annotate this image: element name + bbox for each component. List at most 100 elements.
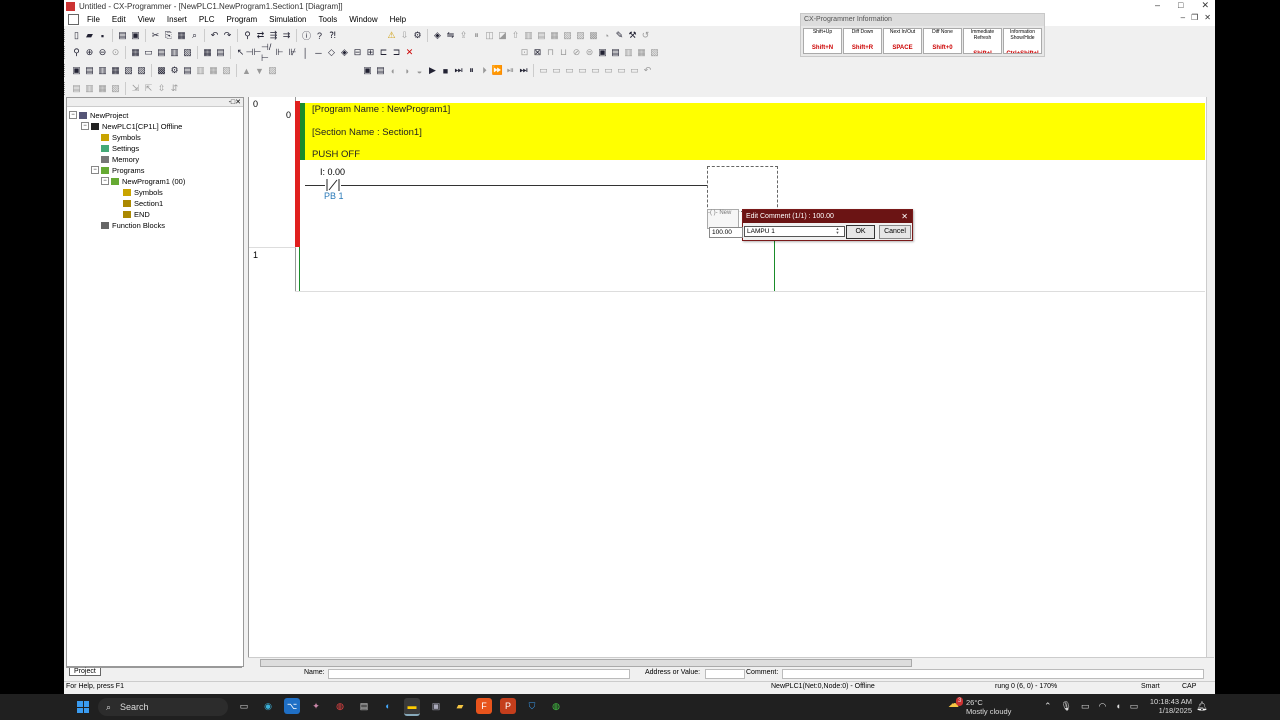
new-or-closed-contact-icon[interactable]: ⊮ [287, 47, 298, 58]
mdi-minimize-icon[interactable]: – [1181, 13, 1185, 22]
run-mode-icon[interactable]: ▧ [562, 30, 573, 41]
settings-icon[interactable]: ⚙ [169, 65, 180, 76]
windows-start-icon[interactable] [77, 701, 89, 713]
tree-item-symbols[interactable]: Symbols [101, 132, 141, 142]
grid-icon[interactable]: ▦ [130, 47, 141, 58]
data-trace-icon[interactable]: ⊠ [532, 47, 543, 58]
align-bottom-icon[interactable]: ▭ [603, 65, 614, 76]
address-reference-icon[interactable]: ⇉ [281, 30, 292, 41]
transfer-from-plc-icon[interactable]: ▥ [97, 65, 108, 76]
collapse-icon[interactable]: − [69, 111, 77, 119]
online-transfer-icon[interactable]: ▦ [97, 83, 108, 94]
tree-item-settings[interactable]: Settings [101, 143, 139, 153]
jump-icon[interactable]: ⇲ [130, 83, 141, 94]
scroll-spin-icon[interactable]: ▲ ▼ [834, 227, 841, 236]
rung-comment-icon[interactable]: ▭ [143, 47, 154, 58]
force-cancel-icon[interactable]: ⊘ [571, 47, 582, 58]
context-help-icon[interactable]: ⁈ [327, 30, 338, 41]
compare-icon[interactable]: ◪ [497, 30, 508, 41]
collapse-icon[interactable]: − [81, 122, 89, 130]
memory-icon[interactable]: ▩ [156, 65, 167, 76]
align-center-icon[interactable]: ▭ [551, 65, 562, 76]
replace-icon[interactable]: ⇄ [255, 30, 266, 41]
vertical-scrollbar[interactable] [1206, 97, 1215, 657]
transfer-icon[interactable]: ⇪ [458, 30, 469, 41]
distribute-h-icon[interactable]: ▭ [616, 65, 627, 76]
taskbar-clock[interactable]: 10:18:43 AM 1/18/2025 [1148, 697, 1192, 715]
memory-card-icon[interactable]: ▩ [588, 30, 599, 41]
address-field[interactable]: 100.00 [709, 227, 743, 238]
align-top-icon[interactable]: ▭ [577, 65, 588, 76]
zoom-icon[interactable]: ⚲ [71, 47, 82, 58]
menu-file[interactable]: File [81, 15, 106, 24]
show-symbols-icon[interactable]: ▧ [182, 47, 193, 58]
zoom-in-icon[interactable]: ⊕ [84, 47, 95, 58]
new-or-contact-icon[interactable]: ⊩ [274, 47, 285, 58]
function-block-icon[interactable]: ▣ [71, 65, 82, 76]
sim-pause-icon[interactable]: ⏸ [466, 65, 477, 76]
cancel-button[interactable]: Cancel [879, 225, 911, 239]
expansion-icon[interactable]: ▥ [195, 65, 206, 76]
warning-icon[interactable]: ⚠ [386, 30, 397, 41]
comment-field[interactable] [782, 669, 1204, 679]
monitor-diff-icon[interactable]: ⊡ [519, 47, 530, 58]
move-up-icon[interactable]: ▲ [241, 65, 252, 76]
menu-view[interactable]: View [132, 15, 161, 24]
menu-help[interactable]: Help [384, 15, 412, 24]
watch-window-icon[interactable]: ▣ [597, 47, 608, 58]
symbols-icon[interactable]: ▤ [182, 65, 193, 76]
new-closed-coil-icon[interactable]: ◈ [339, 47, 350, 58]
tree-item-function-blocks[interactable]: Function Blocks [101, 220, 165, 230]
tree-item-plc[interactable]: − NewPLC1[CP1L] Offline [81, 121, 182, 131]
scroll-thumb[interactable] [260, 659, 912, 667]
tree-item-end[interactable]: END [123, 209, 150, 219]
edit-online-icon[interactable]: ✎ [614, 30, 625, 41]
delete-icon[interactable]: ✕ [404, 47, 415, 58]
file-app-icon[interactable]: ▤ [356, 698, 372, 714]
rung-comment-block[interactable]: [Program Name : NewProgram1] [Section Na… [305, 103, 1205, 160]
protect-icon[interactable]: ▨ [575, 30, 586, 41]
online-cancel-icon[interactable]: ▥ [84, 83, 95, 94]
microphone-icon[interactable]: 🎙︎ [1061, 701, 1072, 712]
monitor-comments-icon[interactable]: ▤ [156, 47, 167, 58]
help-icon[interactable]: ? [314, 30, 325, 41]
jump-back-icon[interactable]: ⇱ [143, 83, 154, 94]
cx-programmer-taskbar-icon[interactable]: ▬ [404, 698, 420, 716]
vscode-icon[interactable]: ⌥ [284, 698, 300, 714]
info-icon[interactable]: ⓘ [301, 30, 312, 41]
monitor-icon[interactable]: ◫ [484, 30, 495, 41]
volume-icon[interactable]: ◖ [1115, 701, 1120, 712]
jump-prev-icon[interactable]: ⇵ [169, 83, 180, 94]
align-right-icon[interactable]: ▭ [564, 65, 575, 76]
copy-icon[interactable]: ⎘ [163, 30, 174, 41]
upload-icon[interactable]: ⇧ [510, 30, 521, 41]
chevron-up-icon[interactable]: ⌃ [1044, 701, 1052, 712]
format-undo-icon[interactable]: ↶ [642, 65, 653, 76]
mnemonic-view-icon[interactable]: ▤ [215, 47, 226, 58]
compare-plc-icon[interactable]: ▦ [110, 65, 121, 76]
task-view-icon[interactable]: ▭ [236, 698, 252, 714]
move-down-icon[interactable]: ▼ [254, 65, 265, 76]
new-closed-contact-icon[interactable]: ⊣/⊢ [261, 42, 272, 63]
online-send-icon[interactable]: ▧ [110, 83, 121, 94]
distribute-v-icon[interactable]: ▭ [629, 65, 640, 76]
close-icon[interactable]: ✕ [1201, 0, 1209, 11]
foxit-icon[interactable]: F [476, 698, 492, 714]
chrome-profile-icon[interactable]: ◍ [548, 698, 564, 714]
tree-item-program-symbols[interactable]: Symbols [123, 187, 163, 197]
menu-tools[interactable]: Tools [313, 15, 344, 24]
workspace-close-icon[interactable]: -□✕ [229, 99, 241, 106]
tab-project[interactable]: Project [69, 668, 101, 676]
cross-reference-icon[interactable]: ⇶ [268, 30, 279, 41]
new-icon[interactable]: ▯ [71, 30, 82, 41]
defender-icon[interactable]: ⛉ [524, 698, 540, 714]
clock-icon[interactable]: ◔ [601, 30, 612, 41]
comment-input[interactable]: LAMPU 1 [744, 226, 845, 237]
download-icon[interactable]: ⇩ [399, 30, 410, 41]
new-coil-icon[interactable]: ◇ [326, 47, 337, 58]
edge-icon[interactable]: ◉ [260, 698, 276, 714]
transfer-to-plc-icon[interactable]: ▤ [84, 65, 95, 76]
address-value-field[interactable] [705, 669, 745, 679]
new-contact-icon[interactable]: ⊣⊢ [246, 47, 262, 58]
binoculars-icon[interactable]: ⚲ [242, 30, 253, 41]
